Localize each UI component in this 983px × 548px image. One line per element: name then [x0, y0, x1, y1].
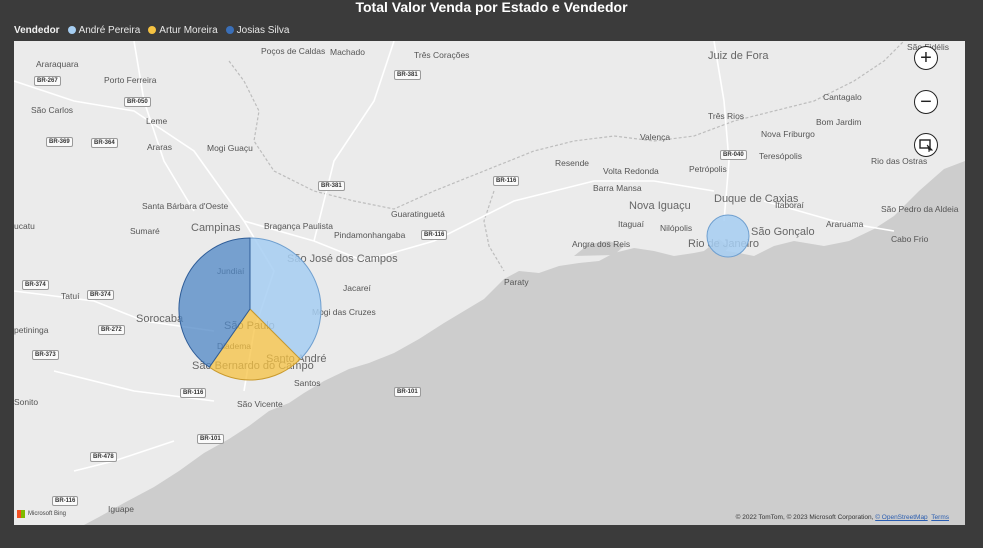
- legend-dot-josias: [225, 26, 234, 34]
- map-attribution: © 2022 TomTom, © 2023 Microsoft Corporat…: [736, 514, 949, 521]
- osm-link[interactable]: © OpenStreetMap: [875, 514, 927, 521]
- terms-link[interactable]: Terms: [931, 514, 949, 521]
- pie-slice-andr-pereira[interactable]: [706, 214, 750, 258]
- minus-icon: −: [920, 91, 932, 113]
- map-area[interactable]: Araraquara Porto Ferreira Poços de Caldas M…: [14, 41, 965, 525]
- legend-dot-andre: [67, 26, 76, 34]
- plus-icon: +: [920, 47, 932, 69]
- bing-label: Microsoft Bing: [28, 511, 67, 517]
- microsoft-logo-icon: [17, 510, 25, 518]
- legend-dot-artur: [148, 26, 157, 34]
- attribution-text: © 2022 TomTom, © 2023 Microsoft Corporat…: [735, 514, 874, 521]
- zoom-in-button[interactable]: +: [914, 46, 938, 70]
- zoom-out-button[interactable]: −: [914, 90, 938, 114]
- select-region-button[interactable]: [914, 133, 938, 157]
- legend-title: Vendedor: [14, 24, 60, 36]
- legend-label-artur: Artur Moreira: [159, 24, 218, 36]
- legend-label-josias: Josias Silva: [236, 24, 290, 36]
- legend-label-andre: André Pereira: [78, 24, 141, 36]
- bing-logo: Microsoft Bing: [17, 510, 66, 518]
- pie-layer: [178, 214, 750, 381]
- legend-item-josias[interactable]: Josias Silva: [225, 24, 290, 36]
- pie-rj[interactable]: [706, 214, 750, 258]
- select-region-icon: [919, 139, 933, 152]
- pie-sp[interactable]: [178, 237, 322, 381]
- legend-item-andre[interactable]: André Pereira: [67, 24, 141, 36]
- chart-title: Total Valor Venda por Estado e Vendedor: [355, 0, 628, 15]
- legend-item-artur[interactable]: Artur Moreira: [148, 24, 218, 36]
- legend: Vendedor André Pereira Artur Moreira Jos…: [14, 23, 291, 37]
